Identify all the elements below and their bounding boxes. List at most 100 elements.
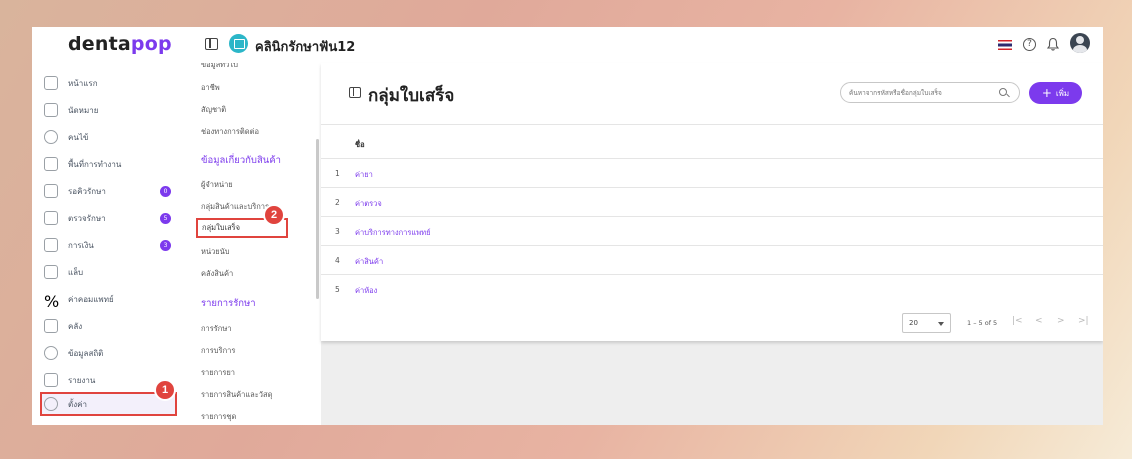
row-name-link[interactable]: ค่าตรวจ [355,198,382,210]
table-row[interactable]: 3 ค่าบริการทางการแพทย์ [321,217,1103,246]
row-name-link[interactable]: ค่าห้อง [355,285,377,297]
box-icon [44,319,58,333]
submenu-scrollbar[interactable] [316,139,319,299]
calendar-icon [44,103,58,117]
submenu-item-product-groups[interactable]: กลุ่มสินค้าและบริการ [201,201,269,213]
step-marker-2: 2 [263,204,285,226]
plus-icon: + [1041,86,1052,100]
nav-label: คลัง [68,321,83,331]
row-name-link[interactable]: ค่าสินค้า [355,256,383,268]
nav-item-finance[interactable]: การเงิน 3 [44,233,184,257]
receipt-groups-table: ชื่อ 1 ค่ายา 2 ค่าตรวจ 3 ค่าบริการทางการแพท… [321,124,1103,304]
step-marker-1: 1 [154,379,176,401]
main-content: กลุ่มใบเสร็จ +เพิ่ม ชื่อ 1 ค่ายา 2 ค่าตรวจ… [321,63,1103,425]
search-input[interactable] [849,86,989,99]
column-header-name[interactable]: ชื่อ [355,139,365,151]
page-range-label: 1 – 5 of 5 [967,319,998,327]
settings-submenu: ข้อมูลทั่วไป อาชีพ สัญชาติ ช่องทางการติด… [187,63,320,425]
search-icon[interactable] [999,88,1007,96]
submenu-section-products: ข้อมูลเกี่ยวกับสินค้า [201,155,281,166]
table-header: ชื่อ [321,124,1103,159]
receipt-groups-card: กลุ่มใบเสร็จ +เพิ่ม ชื่อ 1 ค่ายา 2 ค่าตรวจ… [321,63,1103,341]
submenu-item-warehouse[interactable]: คลังสินค้า [201,268,233,280]
nav-item-inventory[interactable]: คลัง [44,314,184,338]
nav-label: ตั้งค่า [68,399,87,409]
nav-label: คนไข้ [68,132,89,142]
clinic-name[interactable]: คลินิกรักษาฟัน12 [255,36,355,57]
nav-item-queue[interactable]: รอคิวรักษา 0 [44,179,184,203]
nav-item-statistics[interactable]: ข้อมูลสถิติ [44,341,184,365]
help-icon[interactable]: ? [1023,38,1036,51]
treatment-count-badge: 5 [160,213,171,224]
thai-flag-icon[interactable] [998,40,1012,50]
bell-icon[interactable] [1047,37,1059,51]
nav-label: แล็บ [68,267,84,277]
submenu-item-occupation[interactable]: อาชีพ [201,82,220,94]
table-row[interactable]: 5 ค่าห้อง [321,275,1103,304]
next-page-icon[interactable]: > [1057,316,1065,326]
main-nav: หน้าแรก นัดหมาย คนไข้ พื้นที่การทำงาน รอ… [32,63,187,425]
queue-count-badge: 0 [160,186,171,197]
submenu-item-units[interactable]: หน่วยนับ [201,246,230,258]
nav-item-treatment[interactable]: ตรวจรักษา 5 [44,206,184,230]
submenu-item-medicines[interactable]: รายการยา [201,367,235,379]
submenu-item-suppliers[interactable]: ผู้จำหน่าย [201,179,233,191]
user-icon [44,130,58,144]
table-row[interactable]: 1 ค่ายา [321,159,1103,188]
add-button[interactable]: + เพิ่ม [1029,82,1082,104]
toggle-sidebar-icon[interactable] [205,38,218,50]
submenu-item-contact-channel[interactable]: ช่องทางการติดต่อ [201,126,259,138]
nav-label: พื้นที่การทำงาน [68,159,122,169]
chevron-down-icon [938,322,944,326]
page-size-select[interactable]: 20 [902,313,951,333]
tooth-icon [44,265,58,279]
submenu-item-sets[interactable]: รายการชุด [201,411,236,423]
top-bar: dentapop คลินิกรักษาฟัน12 ? [32,27,1103,63]
percent-icon: % [44,292,60,311]
page-title: กลุ่มใบเสร็จ [368,86,455,106]
row-number: 2 [335,198,340,207]
nav-label: ตรวจรักษา [68,213,106,223]
paginator: 20 1 – 5 of 5 |< < > >| [321,301,1103,333]
workspace-icon [44,157,58,171]
nav-item-commission[interactable]: % ค่าคอมแพทย์ [44,287,184,311]
table-row[interactable]: 4 ค่าสินค้า [321,246,1103,275]
row-name-link[interactable]: ค่ายา [355,169,373,181]
table-row[interactable]: 2 ค่าตรวจ [321,188,1103,217]
nav-item-lab[interactable]: แล็บ [44,260,184,284]
submenu-item-nationality[interactable]: สัญชาติ [201,104,226,116]
home-icon [44,76,58,90]
nav-item-patients[interactable]: คนไข้ [44,125,184,149]
row-number: 3 [335,227,340,236]
row-number: 4 [335,256,340,265]
finance-count-badge: 3 [160,240,171,251]
row-name-link[interactable]: ค่าบริการทางการแพทย์ [355,227,431,239]
previous-page-icon[interactable]: < [1035,316,1043,326]
add-button-label: เพิ่ม [1055,88,1070,98]
nav-label: นัดหมาย [68,105,99,115]
gear-icon [44,397,58,411]
submenu-item-treatments[interactable]: การรักษา [201,323,232,335]
first-page-icon[interactable]: |< [1012,316,1023,326]
submenu-item-general[interactable]: ข้อมูลทั่วไป [201,63,238,71]
clinic-home-icon [229,34,248,53]
nav-label: ค่าคอมแพทย์ [68,294,114,304]
stats-icon [44,346,58,360]
nav-label: หน้าแรก [68,78,98,88]
search-box[interactable] [840,82,1020,103]
nav-label: รายงาน [68,375,96,385]
logo-prefix: denta [68,33,131,55]
app-window: dentapop คลินิกรักษาฟัน12 ? หน้าแรก นัดห… [32,27,1103,425]
money-icon [44,238,58,252]
submenu-item-products-materials[interactable]: รายการสินค้าและวัสดุ [201,389,272,401]
report-icon [44,373,58,387]
user-avatar[interactable] [1070,33,1090,53]
nav-item-workspace[interactable]: พื้นที่การทำงาน [44,152,184,176]
submenu-item-services[interactable]: การบริการ [201,345,235,357]
submenu-section-treatment: รายการรักษา [201,298,256,309]
nav-item-home[interactable]: หน้าแรก [44,71,184,95]
dentapop-logo[interactable]: dentapop [68,33,172,55]
chair-icon [44,184,58,198]
nav-item-appointments[interactable]: นัดหมาย [44,98,184,122]
last-page-icon[interactable]: >| [1078,316,1089,326]
